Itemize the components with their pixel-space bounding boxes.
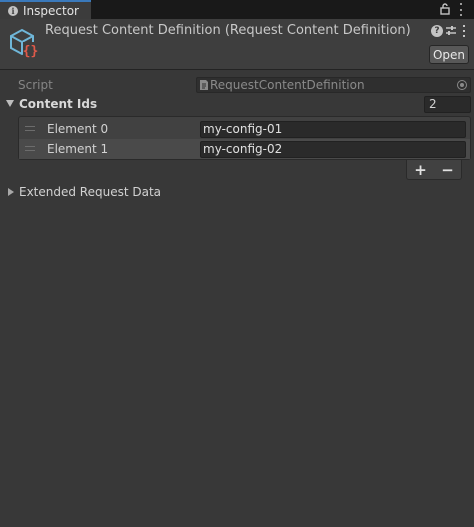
drag-handle-icon[interactable]: [25, 126, 35, 131]
object-picker-icon[interactable]: [457, 80, 467, 90]
script-file-icon: [200, 80, 208, 90]
list-footer: + −: [406, 160, 462, 180]
extended-request-data-row[interactable]: Extended Request Data: [0, 183, 474, 201]
inspector-tab-label: Inspector: [23, 3, 79, 18]
help-icon[interactable]: ?: [431, 25, 443, 37]
svg-text:{}: {}: [23, 44, 39, 59]
script-row: Script RequestContentDefinition: [0, 76, 474, 94]
inspector-header: {} Request Content Definition (Request C…: [0, 19, 474, 70]
info-icon: i: [8, 5, 18, 16]
open-button[interactable]: Open: [429, 45, 469, 64]
page-title: Request Content Definition (Request Cont…: [45, 23, 411, 38]
scriptable-object-icon: {}: [10, 28, 39, 59]
collapse-arrow-icon[interactable]: [8, 188, 14, 196]
extended-request-data-label[interactable]: Extended Request Data: [19, 185, 161, 199]
lock-icon[interactable]: [440, 3, 450, 15]
element-input[interactable]: my-config-02: [200, 141, 466, 158]
add-element-button[interactable]: +: [414, 162, 427, 178]
element-label: Element 1: [47, 142, 109, 156]
element-label: Element 0: [47, 122, 109, 136]
script-field[interactable]: RequestContentDefinition: [196, 77, 471, 93]
more-options-icon[interactable]: [462, 25, 466, 37]
list-item[interactable]: Element 0 my-config-01: [19, 119, 470, 139]
drag-handle-icon[interactable]: [25, 146, 35, 151]
content-ids-label[interactable]: Content Ids: [19, 97, 97, 111]
content-ids-list: Element 0 my-config-01 Element 1 my-conf…: [18, 116, 471, 160]
element-input[interactable]: my-config-01: [200, 121, 466, 138]
content-ids-row[interactable]: Content Ids 2: [0, 95, 474, 113]
tab-menu-icon[interactable]: [458, 3, 464, 16]
remove-element-button[interactable]: −: [441, 162, 454, 178]
script-label: Script: [18, 78, 53, 92]
inspector-tab[interactable]: i Inspector: [0, 0, 91, 19]
list-item[interactable]: Element 1 my-config-02: [19, 139, 470, 159]
array-size-input[interactable]: 2: [424, 96, 471, 113]
tab-strip: i Inspector: [0, 0, 474, 19]
presets-icon[interactable]: [445, 25, 457, 37]
expand-arrow-icon[interactable]: [6, 100, 14, 107]
script-value: RequestContentDefinition: [210, 78, 365, 92]
